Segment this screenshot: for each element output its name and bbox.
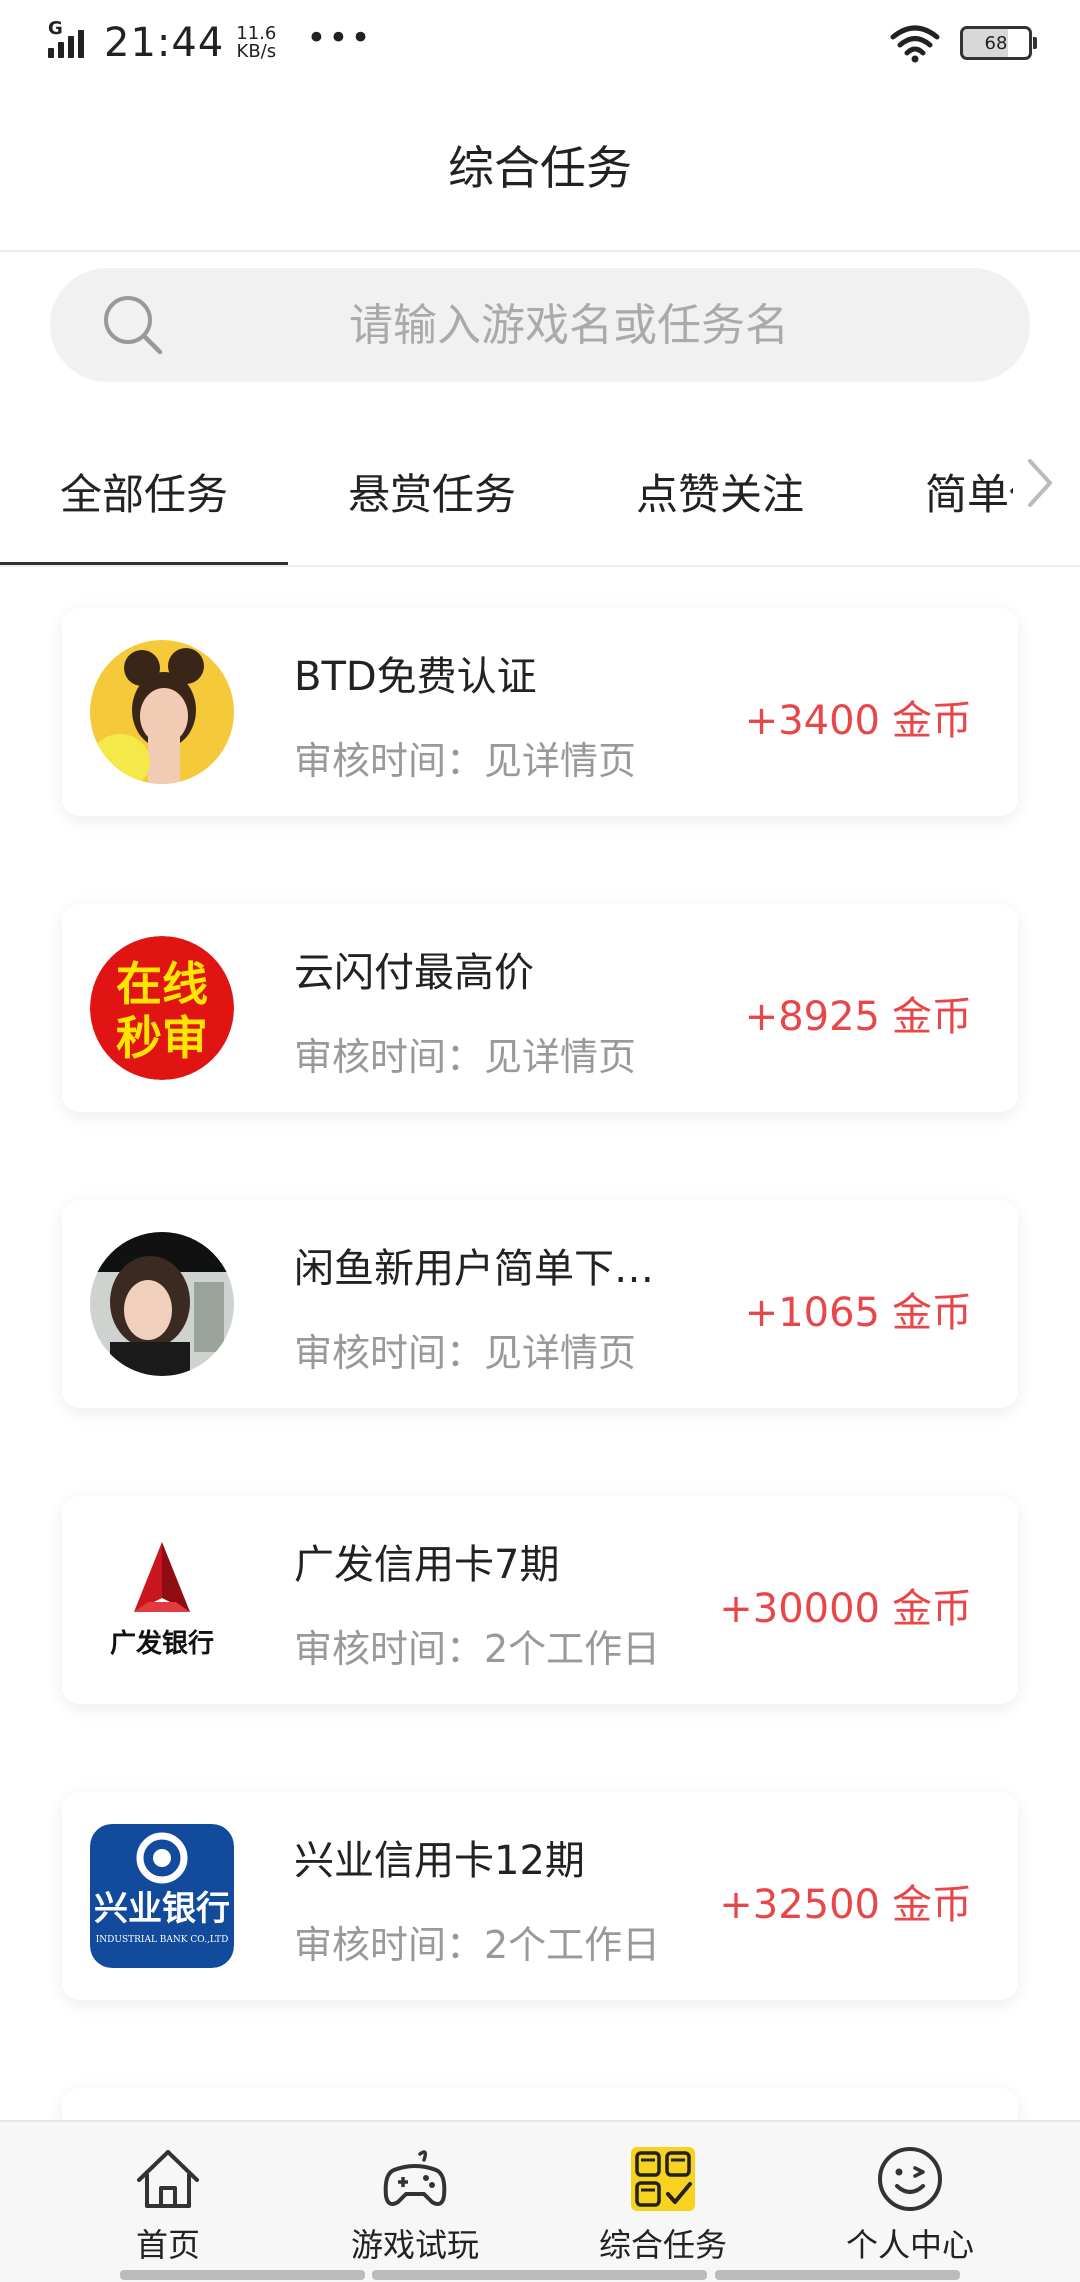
task-card[interactable]: 兴业银行 INDUSTRIAL BANK CO.,LTD 兴业信用卡12期 审核… (62, 1792, 1018, 2000)
tab-label: 悬赏任务 (347, 470, 516, 519)
page-header: 综合任务 (0, 80, 1080, 252)
logo-text-line1: 在线 (116, 957, 208, 1011)
task-name: 闲鱼新用户简单下… (294, 1246, 654, 1292)
tab-label: 点赞关注 (635, 470, 804, 519)
task-reward: +1065 金币 (745, 1280, 972, 1338)
tab-reward-tasks[interactable]: 悬赏任务 (288, 420, 576, 563)
status-time: 21:44 (104, 20, 225, 66)
task-review-time: 审核时间：2个工作日 (294, 1923, 661, 1967)
status-bar: G 21:44 11.6 KB/s ••• 68 (0, 0, 1080, 80)
cgb-bank-logo: 广发银行 (90, 1528, 234, 1672)
nav-home[interactable]: 首页 (68, 2144, 268, 2264)
search-bar[interactable] (50, 268, 1030, 382)
tasks-grid-icon (631, 2147, 695, 2211)
nav-profile[interactable]: 个人中心 (810, 2144, 1010, 2264)
logo-subtext: INDUSTRIAL BANK CO.,LTD (96, 1935, 229, 1945)
task-review-time: 审核时间：见详情页 (294, 1331, 637, 1375)
online-review-logo: 在线 秒审 (90, 936, 234, 1080)
page-title: 综合任务 (448, 141, 632, 195)
girl-photo-avatar (90, 640, 234, 784)
wifi-icon (890, 25, 940, 63)
battery-icon: 68 (960, 26, 1037, 60)
home-icon (137, 2150, 199, 2208)
reward-unit: 金币 (892, 994, 972, 1040)
tab-simple-tasks[interactable]: 简单任务 (925, 420, 1013, 563)
task-card[interactable]: 闲鱼新用户简单下… 审核时间：见详情页 +1065 金币 (62, 1200, 1018, 1408)
more-notifications-icon: ••• (306, 18, 373, 58)
tab-label: 简单任务 (925, 470, 1013, 519)
status-left: G 21:44 11.6 KB/s ••• (48, 18, 373, 68)
task-review-time: 审核时间：见详情页 (294, 1035, 637, 1079)
search-icon (104, 296, 163, 355)
reward-unit: 金币 (892, 1290, 972, 1336)
task-name: BTD免费认证 (294, 654, 537, 700)
nav-game-trial[interactable]: 游戏试玩 (315, 2144, 515, 2264)
reward-amount: +1065 (744, 1290, 880, 1336)
nav-label: 个人中心 (845, 2226, 974, 2264)
task-reward: +8925 金币 (745, 984, 972, 1042)
network-speed: 11.6 KB/s (236, 25, 276, 61)
task-reward: +32500 金币 (719, 1872, 972, 1930)
status-right: 68 (890, 20, 1037, 66)
network-type: G (48, 18, 63, 39)
search-input[interactable] (50, 268, 1030, 382)
task-list: BTD免费认证 审核时间：见详情页 +3400 金币 在线 秒审 云闪付最高价 审… (0, 566, 1080, 2120)
gesture-bar-segment (120, 2270, 365, 2280)
tab-label: 全部任务 (59, 470, 228, 519)
gesture-bar-segment (372, 2270, 707, 2280)
woman-photo-avatar (90, 1232, 234, 1376)
reward-amount: +30000 (719, 1586, 880, 1632)
task-review-time: 审核时间：见详情页 (294, 739, 637, 783)
battery-level: 68 (984, 32, 1008, 54)
chevron-right-icon[interactable] (1022, 453, 1058, 513)
task-reward: +30000 金币 (719, 1576, 972, 1634)
task-name: 兴业信用卡12期 (294, 1838, 585, 1884)
logo-text-line2: 秒审 (116, 1011, 208, 1065)
task-name: 广发信用卡7期 (294, 1542, 560, 1588)
cellular-signal-icon: G (48, 18, 96, 64)
tab-like-follow[interactable]: 点赞关注 (576, 420, 864, 563)
industrial-bank-logo: 兴业银行 INDUSTRIAL BANK CO.,LTD (90, 1824, 234, 1968)
speed-unit: KB/s (236, 41, 277, 62)
task-card[interactable]: 在线 秒审 云闪付最高价 审核时间：见详情页 +8925 金币 (62, 904, 1018, 1112)
reward-amount: +8925 (744, 994, 880, 1040)
nav-composite-tasks[interactable]: 综合任务 (563, 2144, 763, 2264)
task-card-partial[interactable] (62, 2088, 1018, 2120)
gamepad-icon (383, 2150, 447, 2206)
nav-label: 综合任务 (598, 2226, 727, 2264)
task-card[interactable]: 广发银行 广发信用卡7期 审核时间：2个工作日 +30000 金币 (62, 1496, 1018, 1704)
logo-text: 兴业银行 (94, 1889, 230, 1929)
smiley-face-icon (878, 2147, 942, 2211)
reward-amount: +32500 (719, 1882, 880, 1928)
tab-all-tasks[interactable]: 全部任务 (0, 420, 288, 565)
nav-label: 游戏试玩 (350, 2226, 479, 2264)
reward-unit: 金币 (892, 698, 972, 744)
nav-label: 首页 (135, 2226, 200, 2264)
category-tabs: 全部任务 悬赏任务 点赞关注 简单任务 (0, 420, 1080, 567)
logo-text: 广发银行 (110, 1628, 214, 1659)
reward-unit: 金币 (892, 1586, 972, 1632)
reward-amount: +3400 (744, 698, 880, 744)
task-name: 云闪付最高价 (294, 950, 534, 996)
task-reward: +3400 金币 (745, 688, 972, 746)
gesture-bar-segment (715, 2270, 960, 2280)
reward-unit: 金币 (892, 1882, 972, 1928)
task-review-time: 审核时间：2个工作日 (294, 1627, 661, 1671)
task-card[interactable]: BTD免费认证 审核时间：见详情页 +3400 金币 (62, 608, 1018, 816)
bottom-navigation: 首页 游戏试玩 综合任务 个人中心 (0, 2120, 1080, 2282)
